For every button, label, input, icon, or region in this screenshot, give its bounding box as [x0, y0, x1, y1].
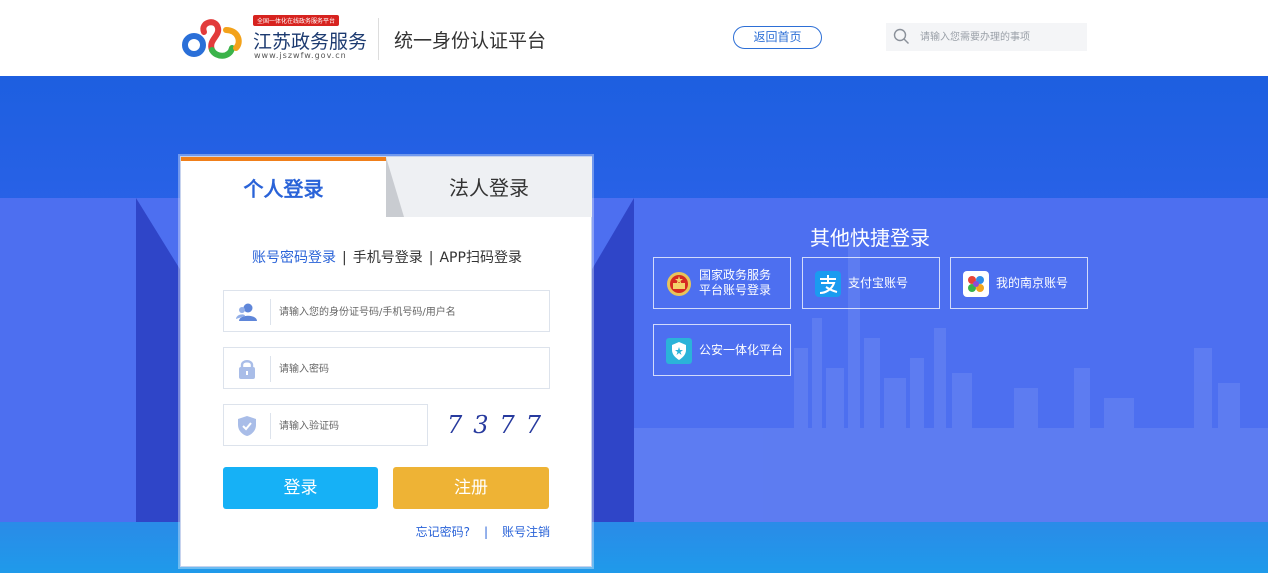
jszwfw-logo-icon [182, 19, 242, 59]
tab-personal-login[interactable]: 个人登录 [181, 161, 386, 217]
login-button[interactable]: 登录 [223, 467, 378, 509]
quick-login-title: 其他快捷登录 [810, 226, 930, 250]
field-divider [270, 356, 271, 382]
search-input[interactable] [920, 28, 1080, 46]
national-emblem-icon [667, 272, 691, 296]
home-button[interactable]: 返回首页 [733, 26, 822, 49]
alipay-icon [815, 271, 841, 297]
user-icon [236, 303, 257, 321]
national-platform-login-button[interactable]: 国家政务服务 平台账号登录 [653, 257, 791, 309]
shield-check-icon [238, 416, 256, 436]
captcha-image[interactable]: 7377 [447, 406, 551, 444]
method-separator: | [342, 250, 347, 266]
login-method-row: 账号密码登录 | 手机号登录 | APP扫码登录 [181, 247, 593, 267]
header-divider [378, 18, 379, 60]
lock-icon [239, 360, 255, 379]
password-field[interactable] [223, 347, 550, 389]
header: 全国一体化在线政务服务平台 江苏政务服务 www.jszwfw.gov.cn 统… [0, 0, 1268, 76]
field-divider [270, 413, 271, 439]
search-box[interactable] [886, 23, 1087, 51]
link-separator: | [483, 525, 488, 539]
password-input[interactable] [279, 359, 539, 379]
method-account-password[interactable]: 账号密码登录 [252, 250, 336, 266]
my-nanjing-icon [963, 271, 989, 297]
username-field[interactable] [223, 290, 550, 332]
tab-legal-login[interactable]: 法人登录 [386, 157, 592, 217]
register-button[interactable]: 注册 [393, 467, 549, 509]
cancel-account-link[interactable]: 账号注销 [502, 525, 550, 539]
brand-url: www.jszwfw.gov.cn [254, 51, 347, 60]
quick-login-label: 国家政务服务 平台账号登录 [699, 268, 772, 297]
quick-login-label: 支付宝账号 [848, 275, 909, 290]
account-links: 忘记密码? | 账号注销 [181, 523, 550, 540]
page-title: 统一身份认证平台 [394, 30, 547, 52]
my-nanjing-login-button[interactable]: 我的南京账号 [950, 257, 1088, 309]
page: 全国一体化在线政务服务平台 江苏政务服务 www.jszwfw.gov.cn 统… [0, 0, 1268, 573]
method-separator: | [428, 250, 434, 266]
captcha-field[interactable] [223, 404, 428, 446]
username-input[interactable] [279, 302, 539, 322]
quick-login-label: 公安一体化平台 [699, 342, 784, 357]
quick-login-label: 我的南京账号 [996, 275, 1069, 290]
captcha-input[interactable] [279, 416, 419, 436]
brand-tag: 全国一体化在线政务服务平台 [253, 15, 340, 26]
field-divider [270, 299, 271, 325]
method-phone[interactable]: 手机号登录 [353, 250, 423, 266]
forgot-password-link[interactable]: 忘记密码? [416, 525, 470, 539]
brand-name: 江苏政务服务 [253, 31, 368, 53]
login-card: 法人登录 个人登录 账号密码登录 | 手机号登录 | APP扫码登录 请输入您的… [180, 156, 592, 567]
police-platform-login-button[interactable]: 公安一体化平台 [653, 324, 791, 376]
police-shield-icon [666, 338, 692, 364]
method-app-scan[interactable]: APP扫码登录 [439, 250, 521, 266]
search-icon[interactable] [893, 28, 910, 45]
alipay-login-button[interactable]: 支付宝账号 [802, 257, 940, 309]
